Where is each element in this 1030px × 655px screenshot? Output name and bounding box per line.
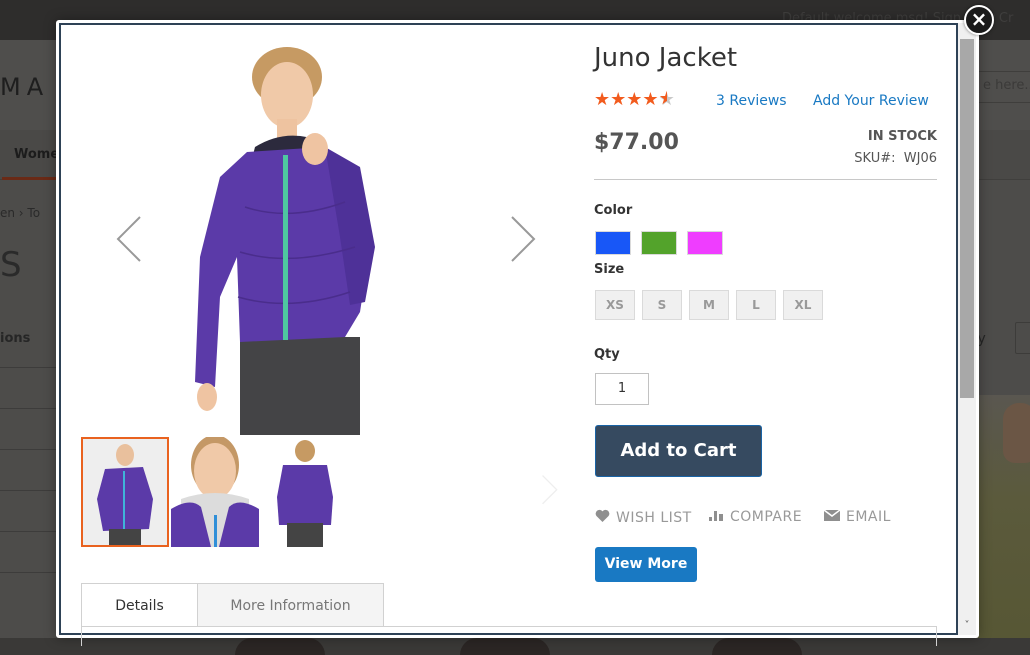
wishlist-link[interactable]: WISH LIST bbox=[595, 509, 692, 526]
close-modal-button[interactable]: × bbox=[964, 5, 994, 35]
close-icon: × bbox=[970, 7, 988, 31]
product-price: $77.00 bbox=[594, 130, 679, 155]
sku-label: SKU#: bbox=[854, 151, 896, 166]
filter-divider bbox=[0, 572, 57, 573]
product-main-image bbox=[175, 37, 405, 435]
search-input: e here... bbox=[978, 71, 1030, 103]
reviews-link[interactable]: 3 Reviews bbox=[716, 93, 787, 109]
sort-by-select bbox=[1015, 322, 1030, 354]
filter-divider bbox=[0, 531, 57, 532]
color-label: Color bbox=[594, 203, 633, 218]
scroll-thumb[interactable] bbox=[960, 39, 974, 398]
tab-details[interactable]: Details bbox=[81, 583, 198, 627]
thumbnail-front[interactable] bbox=[81, 437, 169, 547]
filter-divider bbox=[0, 490, 57, 491]
info-divider bbox=[594, 179, 937, 180]
star-icon: ★ bbox=[594, 89, 611, 110]
nav-item-women: Wome bbox=[14, 147, 60, 162]
stock-status: IN STOCK bbox=[867, 129, 937, 144]
filter-divider bbox=[0, 367, 57, 368]
gallery-next-arrow[interactable] bbox=[508, 215, 536, 267]
color-swatch-purple[interactable] bbox=[687, 231, 723, 255]
size-option-m[interactable]: M bbox=[689, 290, 729, 320]
store-logo: MA bbox=[0, 73, 50, 101]
envelope-icon bbox=[823, 509, 841, 525]
star-icon: ★ bbox=[626, 89, 643, 110]
star-half-icon: ★ bbox=[659, 89, 675, 110]
qty-label: Qty bbox=[594, 347, 620, 362]
nav-active-underline bbox=[2, 177, 62, 180]
tab-content-panel bbox=[81, 626, 937, 646]
size-option-xl[interactable]: XL bbox=[783, 290, 823, 320]
filter-heading: ions bbox=[0, 331, 31, 346]
thumbnail-next-arrow[interactable] bbox=[540, 474, 558, 508]
sku: SKU#: WJ06 bbox=[854, 151, 937, 166]
compare-icon bbox=[709, 509, 725, 525]
view-more-button[interactable]: View More bbox=[595, 547, 697, 582]
qty-input[interactable]: 1 bbox=[595, 373, 649, 405]
size-option-xs[interactable]: XS bbox=[595, 290, 635, 320]
size-option-l[interactable]: L bbox=[736, 290, 776, 320]
size-option-s[interactable]: S bbox=[642, 290, 682, 320]
wishlist-label: WISH LIST bbox=[616, 509, 692, 526]
star-icon: ★ bbox=[610, 89, 627, 110]
heart-icon bbox=[595, 509, 610, 526]
size-label: Size bbox=[594, 262, 625, 277]
gallery-prev-arrow[interactable] bbox=[116, 215, 144, 267]
filter-divider bbox=[0, 408, 57, 409]
compare-link[interactable]: COMPARE bbox=[709, 509, 802, 525]
scroll-down-icon[interactable]: ˅ bbox=[960, 620, 974, 632]
sku-value: WJ06 bbox=[903, 151, 937, 166]
color-swatch-green[interactable] bbox=[641, 231, 677, 255]
background-product-image bbox=[975, 395, 1030, 655]
filter-divider bbox=[0, 449, 57, 450]
rating-stars: ★★★★★ bbox=[594, 90, 675, 110]
email-link[interactable]: EMAIL bbox=[823, 509, 891, 525]
email-label: EMAIL bbox=[846, 509, 891, 525]
star-icon: ★ bbox=[642, 89, 659, 110]
add-to-cart-button[interactable]: Add to Cart bbox=[595, 425, 762, 477]
page-title: S bbox=[0, 245, 22, 285]
modal-scrollbar[interactable]: ˄ ˅ bbox=[958, 23, 976, 635]
thumbnail-back[interactable] bbox=[261, 437, 349, 547]
compare-label: COMPARE bbox=[730, 509, 803, 525]
product-title: Juno Jacket bbox=[594, 43, 738, 73]
color-swatch-blue[interactable] bbox=[595, 231, 631, 255]
add-review-link[interactable]: Add Your Review bbox=[813, 93, 929, 109]
thumbnail-closeup[interactable] bbox=[171, 437, 259, 547]
breadcrumb: en › To bbox=[0, 206, 41, 220]
tab-more-information[interactable]: More Information bbox=[197, 583, 384, 627]
